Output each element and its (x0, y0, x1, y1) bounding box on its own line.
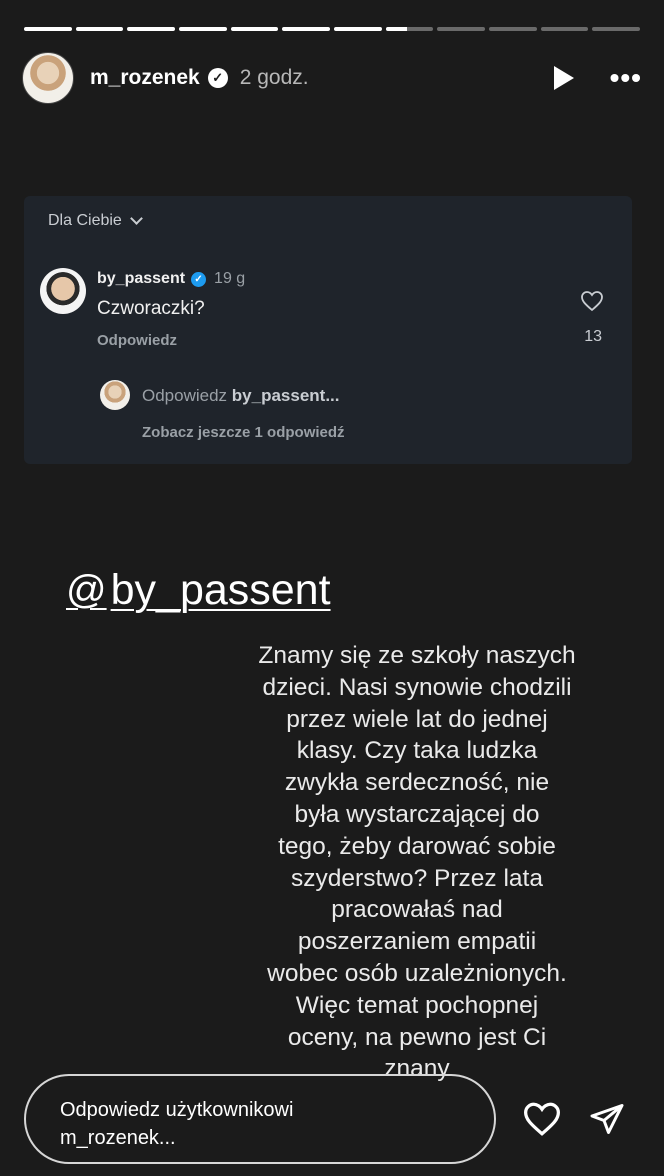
comment-header: by_passent ✓ 19 g (97, 270, 245, 288)
story-text: Znamy się ze szkoły naszych dzieci. Nasi… (240, 640, 594, 1085)
reply-placeholder-line1: Odpowiedz użytkownikowi (60, 1099, 294, 1121)
progress-fill (127, 27, 176, 31)
progress-segment (385, 27, 434, 31)
heart-icon (581, 291, 603, 312)
send-icon[interactable] (588, 1101, 626, 1137)
username[interactable]: m_rozenek (90, 66, 200, 90)
feed-label: Dla Ciebie (48, 212, 122, 229)
progress-fill (334, 27, 382, 31)
story-header: m_rozenek ✓ 2 godz. ••• (22, 52, 642, 104)
comment-username: by_passent (97, 270, 186, 287)
reply-prompt-user: by_passent... (231, 386, 340, 405)
mention-text: by_passent (110, 566, 331, 614)
progress-segment (540, 27, 589, 31)
progress-segment (230, 27, 279, 31)
avatar[interactable] (22, 52, 74, 104)
story-text-line: przez wiele lat do jednej (286, 705, 548, 733)
story-text-line: oceny, na pewno jest Ci (287, 1023, 547, 1051)
story-footer: Odpowiedz użytkownikowi m_rozenek... (24, 1074, 640, 1164)
feed-selector: Dla Ciebie (48, 212, 143, 230)
story-text-line: szyderstwo? Przez lata (291, 864, 543, 892)
story-text-line: Więc temat pochopnej (295, 991, 539, 1019)
more-replies-link: Zobacz jeszcze 1 odpowiedź (142, 424, 345, 441)
story-progress-bar (24, 27, 641, 31)
reply-prompt: Odpowiedz by_passent... (142, 386, 340, 406)
progress-segment (24, 27, 72, 31)
heart-icon[interactable] (522, 1101, 562, 1137)
story-text-line: klasy. Czy taka ludzka (296, 737, 538, 765)
commenter-avatar (40, 268, 86, 314)
story-text-line: poszerzaniem empatii (297, 928, 537, 956)
reply-avatar (100, 380, 130, 410)
verified-icon: ✓ (207, 68, 228, 88)
reply-prompt-prefix: Odpowiedz (142, 386, 228, 405)
chevron-down-icon (129, 212, 143, 225)
progress-segment (282, 27, 331, 31)
progress-segment (334, 27, 382, 31)
story-text-line: tego, żeby darować sobie (278, 832, 556, 860)
more-icon[interactable]: ••• (610, 64, 642, 92)
threads-comment-card: Dla Ciebie by_passent ✓ 19 g Czworaczki?… (24, 196, 632, 464)
progress-segment (489, 27, 537, 31)
progress-fill (230, 27, 279, 31)
like-count: 13 (584, 328, 602, 345)
progress-segment (437, 27, 486, 31)
comment-time: 19 g (214, 270, 246, 287)
story-text-line: pracowałaś nad (331, 896, 503, 924)
story-text-line: Znamy się ze szkoły naszych (258, 642, 576, 669)
verified-icon: ✓ (191, 271, 207, 287)
progress-segment (75, 27, 124, 31)
story-reply-input[interactable]: Odpowiedz użytkownikowi m_rozenek... (24, 1074, 496, 1164)
comment-text: Czworaczki? (97, 298, 205, 319)
play-icon[interactable] (553, 66, 574, 90)
progress-segment (127, 27, 176, 31)
progress-segment (179, 27, 227, 31)
post-time: 2 godz. (239, 66, 309, 89)
progress-fill (24, 27, 72, 31)
reply-placeholder-line2: m_rozenek... (60, 1127, 176, 1149)
comment-reply-label: Odpowiedz (97, 332, 177, 349)
progress-fill (282, 27, 331, 31)
progress-segment (592, 27, 641, 31)
progress-fill (75, 27, 124, 31)
story-text-line: dzieci. Nasi synowie chodzili (262, 673, 572, 701)
progress-fill (385, 27, 408, 31)
story-text-line: wobec osób uzależnionych. (267, 959, 567, 987)
story-text-line: zwykła serdeczność, nie (284, 769, 550, 797)
threads-icon: @ (66, 568, 107, 612)
progress-fill (179, 27, 227, 31)
mention-sticker[interactable]: @ by_passent (66, 566, 331, 615)
story-text-line: była wystarczającej do (294, 800, 540, 828)
